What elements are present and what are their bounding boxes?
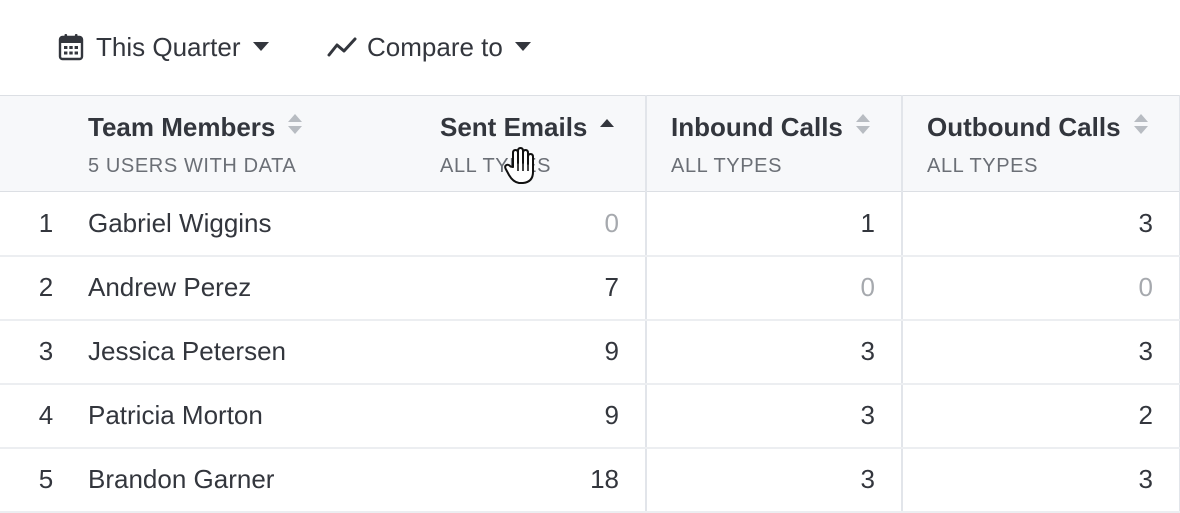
team-member-name[interactable]: Patricia Morton [86,383,416,449]
column-title: Sent Emails [440,112,588,142]
team-member-name[interactable]: Gabriel Wiggins [86,191,416,257]
team-activity-table: Team Members 5 USERS WITH DATA Sent Emai… [0,95,1180,513]
index-column-header [0,95,86,192]
row-index: 2 [0,255,86,321]
inbound-calls-cell: 0 [646,255,903,321]
inbound-calls-cell: 3 [646,383,903,449]
row-index: 3 [0,319,86,385]
column-subtitle: ALL TYPES [440,155,552,177]
team-member-name[interactable]: Jessica Petersen [86,319,416,385]
sort-both-icon[interactable] [287,112,303,143]
table-row[interactable]: 5 Brandon Garner 18 3 3 [0,447,1180,513]
trend-line-icon [327,36,357,58]
column-subtitle: 5 USERS WITH DATA [88,155,297,177]
caret-down-icon [252,42,269,52]
inbound-calls-cell: 3 [646,319,903,385]
table-row[interactable]: 1 Gabriel Wiggins 0 1 3 [0,191,1180,257]
column-title: Outbound Calls [927,112,1121,142]
row-index: 4 [0,383,86,449]
sent-emails-cell: 9 [416,319,647,385]
column-title: Team Members [88,112,276,142]
compare-to-label: Compare to [367,31,503,62]
sent-emails-cell: 7 [416,255,647,321]
inbound-calls-cell: 3 [646,447,903,513]
report-toolbar: This Quarter Compare to [0,0,1180,95]
table-header-row: Team Members 5 USERS WITH DATA Sent Emai… [0,95,1180,192]
team-member-name[interactable]: Andrew Perez [86,255,416,321]
calendar-icon [58,33,84,61]
date-range-dropdown[interactable]: This Quarter [58,27,269,67]
column-header-outbound-calls[interactable]: Outbound Calls ALL TYPES [902,95,1180,192]
inbound-calls-cell: 1 [646,191,903,257]
table-row[interactable]: 3 Jessica Petersen 9 3 3 [0,319,1180,385]
sent-emails-cell: 9 [416,383,647,449]
sent-emails-cell: 0 [416,191,647,257]
compare-to-dropdown[interactable]: Compare to [327,27,531,67]
date-range-label: This Quarter [96,31,241,62]
column-header-team-members[interactable]: Team Members 5 USERS WITH DATA [86,95,416,192]
sort-both-icon[interactable] [1133,112,1149,143]
team-member-name[interactable]: Brandon Garner [86,447,416,513]
column-header-sent-emails[interactable]: Sent Emails ALL TYPES [416,95,647,192]
outbound-calls-cell: 2 [902,383,1180,449]
column-title: Inbound Calls [671,112,843,142]
outbound-calls-cell: 3 [902,447,1180,513]
row-index: 5 [0,447,86,513]
table-row[interactable]: 4 Patricia Morton 9 3 2 [0,383,1180,449]
column-header-inbound-calls[interactable]: Inbound Calls ALL TYPES [646,95,903,192]
sent-emails-cell: 18 [416,447,647,513]
outbound-calls-cell: 0 [902,255,1180,321]
column-subtitle: ALL TYPES [927,155,1039,177]
table-row[interactable]: 2 Andrew Perez 7 0 0 [0,255,1180,321]
outbound-calls-cell: 3 [902,319,1180,385]
column-subtitle: ALL TYPES [671,155,783,177]
sort-asc-icon[interactable] [599,112,615,143]
caret-down-icon [514,42,531,52]
outbound-calls-cell: 3 [902,191,1180,257]
row-index: 1 [0,191,86,257]
sort-both-icon[interactable] [855,112,871,143]
